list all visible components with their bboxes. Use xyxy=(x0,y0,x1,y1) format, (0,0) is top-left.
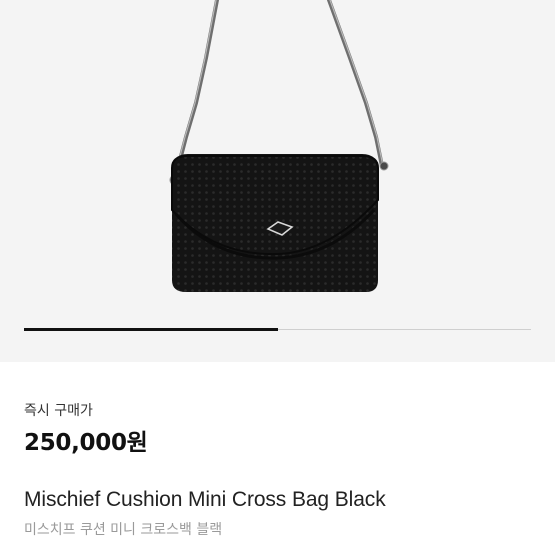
product-name-english: Mischief Cushion Mini Cross Bag Black xyxy=(24,488,386,511)
image-pager-indicator xyxy=(24,328,278,331)
bag-strap xyxy=(327,0,384,168)
instant-buy-price: 250,000원 xyxy=(24,430,148,456)
instant-buy-label: 즉시 구매가 xyxy=(24,403,93,419)
product-name-korean: 미스치프 쿠션 미니 크로스백 블랙 xyxy=(24,522,223,538)
product-image-gallery[interactable] xyxy=(0,0,555,362)
image-pager[interactable] xyxy=(24,328,531,331)
product-image xyxy=(169,0,389,292)
